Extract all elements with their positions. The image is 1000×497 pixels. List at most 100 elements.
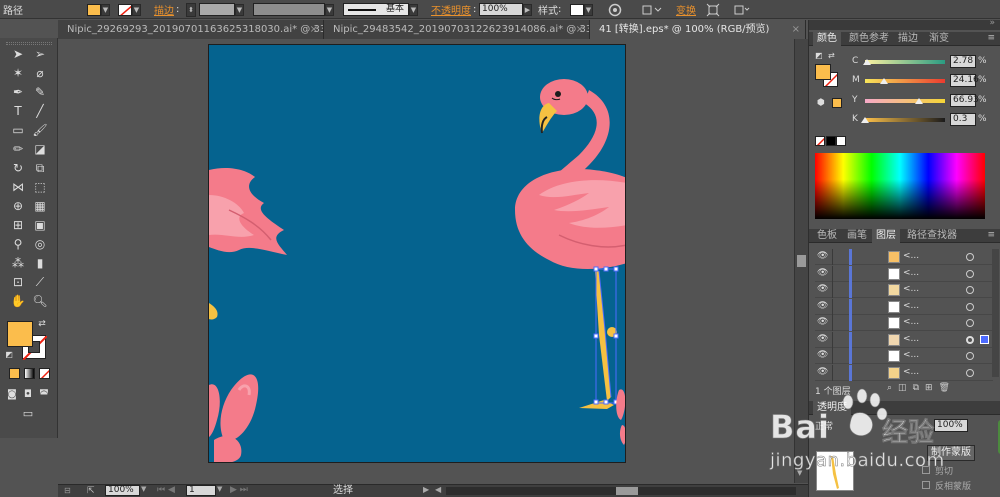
cyan-slider[interactable]: C 2.78 % bbox=[809, 55, 1000, 69]
zoom-tool-icon[interactable]: 🔍︎ bbox=[30, 293, 50, 309]
lock-column[interactable] bbox=[832, 348, 833, 364]
tab-transparency[interactable]: 透明度 bbox=[813, 401, 851, 415]
chevron-down-icon[interactable]: ▼ bbox=[409, 3, 418, 16]
isolate-icon[interactable] bbox=[706, 2, 720, 17]
screen-mode-icon[interactable]: ▭ bbox=[18, 405, 38, 421]
rectangle-tool-icon[interactable]: ▭ bbox=[8, 122, 28, 138]
swap-fill-stroke-icon[interactable]: ⇄ bbox=[37, 319, 47, 329]
lock-column[interactable] bbox=[832, 364, 833, 381]
magenta-value[interactable]: 24.16 bbox=[950, 74, 979, 87]
shape-builder-tool-icon[interactable]: ⊕ bbox=[8, 198, 28, 214]
artboard-dropdown-icon[interactable]: ▼ bbox=[217, 485, 225, 496]
tab-swatches[interactable]: 色板 bbox=[813, 229, 841, 243]
target-icon[interactable] bbox=[966, 319, 974, 327]
tab-color[interactable]: 颜色 bbox=[813, 32, 841, 46]
type-tool-icon[interactable]: T bbox=[8, 103, 28, 119]
draw-normal-icon[interactable]: ◙ bbox=[5, 386, 19, 402]
magic-wand-tool-icon[interactable]: ✶ bbox=[8, 65, 28, 81]
color-spectrum[interactable] bbox=[815, 153, 985, 219]
black-track[interactable] bbox=[865, 118, 945, 122]
target-icon[interactable] bbox=[966, 335, 974, 344]
stroke-weight-stepper[interactable]: ⬍ bbox=[186, 2, 196, 17]
panel-grip[interactable] bbox=[6, 42, 52, 45]
pen-tool-icon[interactable]: ✒ bbox=[8, 84, 28, 100]
black-slider[interactable]: K 0.3 % bbox=[809, 113, 1000, 127]
black-value[interactable]: 0.3 bbox=[950, 113, 976, 126]
cyan-value[interactable]: 2.78 bbox=[950, 55, 976, 68]
left-flamingo-wing[interactable] bbox=[209, 167, 287, 255]
white-swatch[interactable] bbox=[836, 136, 846, 146]
rotate-tool-icon[interactable]: ↻ bbox=[8, 160, 28, 176]
color-panel-fill[interactable] bbox=[815, 64, 831, 80]
clip-checkbox[interactable] bbox=[922, 466, 930, 474]
tab-layers[interactable]: 图层 bbox=[872, 229, 900, 243]
free-transform-tool-icon[interactable]: ⬚ bbox=[30, 179, 50, 195]
layer-actions[interactable]: ⌕◫⧉⊞🗑︎ bbox=[887, 383, 987, 395]
transparency-opacity-field[interactable]: 100% bbox=[934, 419, 968, 432]
variable-width-profile[interactable]: ▼ bbox=[253, 2, 334, 17]
slider-thumb-icon[interactable] bbox=[880, 78, 889, 84]
color-mode-icon[interactable] bbox=[9, 368, 20, 379]
lock-column[interactable] bbox=[832, 249, 833, 265]
scroll-down-icon[interactable]: ▼ bbox=[797, 469, 806, 478]
layer-row[interactable]: 👁︎ <... bbox=[815, 298, 993, 315]
blend-tool-icon[interactable]: ◎ bbox=[30, 236, 50, 252]
layer-row[interactable]: 👁︎ <... bbox=[815, 282, 993, 298]
layer-row[interactable]: 👁︎ <... bbox=[815, 315, 993, 331]
target-icon[interactable] bbox=[966, 286, 974, 294]
chevron-down-icon[interactable]: ▼ bbox=[132, 3, 141, 16]
tab-document-1[interactable]: Nipic_29269293_20190701163625318030.ai* … bbox=[58, 20, 324, 39]
slider-thumb-icon[interactable] bbox=[863, 59, 872, 65]
tab-gradient[interactable]: 渐变 bbox=[925, 32, 953, 46]
visibility-eye-icon[interactable]: 👁︎ bbox=[817, 251, 831, 263]
object-thumbnail[interactable] bbox=[816, 451, 854, 491]
layer-name[interactable]: <... bbox=[903, 301, 919, 311]
artboard-number-field[interactable]: 1 bbox=[186, 485, 216, 496]
layers-scrollbar[interactable] bbox=[992, 249, 999, 377]
black-swatch[interactable] bbox=[826, 136, 836, 146]
mesh-tool-icon[interactable]: ⊞ bbox=[8, 217, 28, 233]
panel-menu-icon[interactable]: ≡ bbox=[987, 33, 995, 43]
right-flamingo[interactable] bbox=[515, 79, 626, 445]
visibility-eye-icon[interactable]: 👁︎ bbox=[817, 334, 831, 346]
scale-tool-icon[interactable]: ⧉ bbox=[30, 160, 50, 176]
target-icon[interactable] bbox=[966, 352, 974, 360]
no-stroke-swatch[interactable] bbox=[118, 3, 132, 16]
direct-selection-tool-icon[interactable]: ➢ bbox=[30, 46, 50, 62]
tab-color-guide[interactable]: 颜色参考 bbox=[845, 32, 893, 46]
tab-brushes[interactable]: 画笔 bbox=[843, 229, 871, 243]
target-icon[interactable] bbox=[966, 269, 974, 278]
layer-row[interactable]: 👁︎ <... bbox=[815, 265, 993, 282]
lock-column[interactable] bbox=[832, 265, 833, 282]
gradient-tool-icon[interactable]: ▣ bbox=[30, 217, 50, 233]
fill-swatch-control[interactable]: ▼ bbox=[87, 2, 110, 17]
visibility-eye-icon[interactable]: 👁︎ bbox=[817, 350, 831, 362]
target-icon[interactable] bbox=[966, 368, 974, 377]
magenta-track[interactable] bbox=[865, 79, 945, 83]
close-icon[interactable]: × bbox=[792, 20, 800, 39]
column-graph-tool-icon[interactable]: ▮ bbox=[30, 255, 50, 271]
paintbrush-tool-icon[interactable]: 🖌 bbox=[30, 122, 50, 138]
layer-name[interactable]: <... bbox=[903, 268, 919, 278]
none-mode-icon[interactable] bbox=[39, 368, 50, 379]
zoom-field[interactable]: 100% bbox=[105, 485, 140, 496]
selected-art-indicator[interactable] bbox=[980, 334, 989, 344]
export-icon[interactable]: ⇱ bbox=[87, 486, 99, 496]
next-last-artboard-icon[interactable]: ▶ ⏭ bbox=[230, 485, 260, 496]
flamingo-artwork[interactable] bbox=[209, 45, 626, 463]
brush-definition-select[interactable]: 基本 ▼ bbox=[343, 2, 418, 17]
first-prev-artboard-icon[interactable]: ⏮ ◀ bbox=[157, 485, 187, 496]
opacity-field[interactable]: 100% ▶ bbox=[479, 2, 532, 17]
none-swatch[interactable] bbox=[815, 136, 825, 146]
h-scroll-thumb[interactable] bbox=[616, 487, 638, 495]
chevron-down-icon[interactable]: ▼ bbox=[101, 3, 110, 16]
chevron-right-icon[interactable]: ▶ bbox=[523, 3, 532, 16]
locate-object-icon[interactable]: ⌕ bbox=[887, 383, 898, 393]
selected-leg[interactable] bbox=[579, 266, 619, 409]
status-menu-icon[interactable]: ▶ bbox=[423, 485, 431, 496]
layer-row[interactable]: 👁︎ <... bbox=[815, 249, 993, 265]
slider-thumb-icon[interactable] bbox=[914, 98, 923, 104]
make-clipping-mask-icon[interactable]: ◫ bbox=[898, 383, 913, 393]
tab-pathfinder[interactable]: 路径查找器 bbox=[903, 229, 961, 243]
default-colors-icon[interactable]: ◩ bbox=[4, 349, 14, 359]
